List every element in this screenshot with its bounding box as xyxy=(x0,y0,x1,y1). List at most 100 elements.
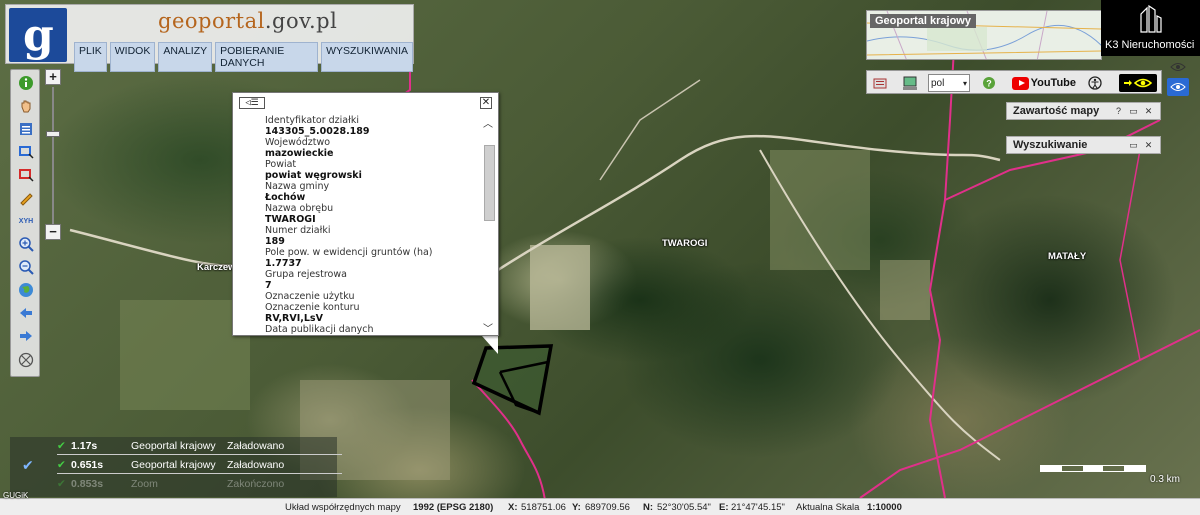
gugik-logo: GUGiK xyxy=(3,491,29,500)
overview-map[interactable]: Geoportal krajowy xyxy=(866,10,1102,60)
field-row: Pole pow. w ewidencji gruntów (ha) 1.7737 xyxy=(265,247,480,269)
zoom-out-icon[interactable] xyxy=(17,258,35,276)
accessibility-icon[interactable] xyxy=(1086,74,1104,92)
y-label: Y: xyxy=(572,502,581,513)
crs-value: 1992 (EPSG 2180) xyxy=(413,502,494,513)
zoom-slider: + − xyxy=(43,69,63,241)
xyh-icon[interactable]: XYH xyxy=(17,212,35,230)
youtube-icon[interactable]: YouTube xyxy=(1012,74,1076,92)
back-arrow-icon[interactable] xyxy=(17,304,35,322)
zoom-in-icon[interactable] xyxy=(17,235,35,253)
field-value: Łochów xyxy=(265,192,306,203)
scroll-down-icon[interactable]: ﹀ xyxy=(483,320,493,335)
menu-search[interactable]: WYSZUKIWANIA xyxy=(321,42,413,72)
load-time: 0.651s xyxy=(71,459,104,471)
field-value: 189 xyxy=(265,236,285,247)
zoom-handle[interactable] xyxy=(46,131,60,137)
popup-body: Identyfikator działki 143305_5.0028.189 W… xyxy=(265,115,480,335)
load-status-panel: ✔ ✔ 1.17s Geoportal krajowy Załadowano ✔… xyxy=(10,437,342,497)
map-label-karczew: Karczew xyxy=(197,262,236,273)
geoportal-logo[interactable]: g xyxy=(9,8,67,62)
y-value: 689709.56 xyxy=(585,502,630,513)
pan-hand-icon[interactable] xyxy=(17,97,35,115)
field-row: Data publikacji danych2026-05-15 xyxy=(265,324,480,335)
field-row: Województwo mazowieckie xyxy=(265,137,480,159)
main-menu: PLIK WIDOK ANALIZY POBIERANIE DANYCH WYS… xyxy=(74,42,413,72)
contrast-icon[interactable] xyxy=(1119,74,1157,92)
select-delete-icon[interactable] xyxy=(17,166,35,184)
legend-icon[interactable] xyxy=(17,120,35,138)
popup-scrollbar[interactable]: ︿ ﹀ xyxy=(482,115,496,335)
globe-icon[interactable] xyxy=(17,281,35,299)
xyh-label: XYH xyxy=(18,217,34,225)
panel-title: Zawartość mapy xyxy=(1013,105,1100,117)
admin-boundary xyxy=(928,29,956,499)
field-patch xyxy=(120,300,250,410)
language-select[interactable]: pol ▾ xyxy=(928,74,970,92)
language-value: pol xyxy=(931,77,945,89)
zoom-plus-button[interactable]: + xyxy=(45,69,61,85)
x-value: 518751.06 xyxy=(521,502,566,513)
scale-bar xyxy=(1040,465,1146,472)
field-label: Nazwa obrębu xyxy=(265,203,334,214)
field-row: Numer działki 189 xyxy=(265,225,480,247)
help-icon[interactable]: ? xyxy=(980,74,998,92)
scroll-thumb[interactable] xyxy=(484,145,495,221)
forward-arrow-icon[interactable] xyxy=(17,327,35,345)
close-icon[interactable]: ✕ xyxy=(1143,106,1154,117)
checkmark-icon[interactable]: ✔ xyxy=(22,458,34,474)
x-label: X: xyxy=(508,502,518,513)
close-icon[interactable]: ✕ xyxy=(1143,140,1154,151)
selected-parcel[interactable] xyxy=(471,344,554,416)
k3-building-icon xyxy=(1140,4,1162,33)
menu-analysis[interactable]: ANALIZY xyxy=(158,42,213,72)
info-icon[interactable] xyxy=(17,74,35,92)
crs-label: Układ współrzędnych mapy xyxy=(285,502,401,513)
youtube-play-icon xyxy=(1012,76,1029,90)
field-label: Identyfikator działki xyxy=(265,115,359,126)
chevron-down-icon: ▾ xyxy=(962,78,967,88)
map-url-icon[interactable] xyxy=(901,74,919,92)
map-content-panel[interactable]: Zawartość mapy ? ▭ ✕ xyxy=(1006,102,1161,120)
n-label: N: xyxy=(643,502,654,513)
field-row: Oznaczenie konturu RV,RVI,LsV xyxy=(265,302,480,324)
app-header: g geoportal.gov.pl PLIK WIDOK ANALIZY PO… xyxy=(5,4,414,72)
status-row: ✔ 0.651s Geoportal krajowy Załadowano xyxy=(57,458,284,472)
service-name: Geoportal krajowy xyxy=(131,440,216,452)
print-icon[interactable] xyxy=(871,74,889,92)
map-label-twarogi: TWAROGI xyxy=(662,238,708,249)
field-row: Grupa rejestrowa 7 xyxy=(265,269,480,291)
menu-file[interactable]: PLIK xyxy=(74,42,107,72)
road xyxy=(69,228,241,267)
popup-close-button[interactable]: ✕ xyxy=(480,97,492,109)
field-label: Powiat xyxy=(265,159,297,170)
svg-text:?: ? xyxy=(986,79,992,89)
minimize-icon[interactable]: ▭ xyxy=(1128,140,1139,151)
check-icon: ✔ xyxy=(57,459,66,471)
measure-pencil-icon[interactable] xyxy=(17,189,35,207)
zoom-minus-button[interactable]: − xyxy=(45,224,61,240)
map-tools-toolbar: XYH xyxy=(10,69,40,377)
menu-download[interactable]: POBIERANIE DANYCH xyxy=(215,42,319,72)
scale-value: 1:10000 xyxy=(867,502,902,513)
field-label: Województwo xyxy=(265,137,331,148)
load-state: Zakończono xyxy=(227,478,285,490)
compass-icon[interactable] xyxy=(17,351,35,369)
help-icon[interactable]: ? xyxy=(1113,106,1124,117)
select-rect-icon[interactable] xyxy=(17,143,35,161)
view-mode-icon[interactable] xyxy=(1167,78,1189,96)
popup-pointer xyxy=(482,336,498,354)
overview-title: Geoportal krajowy xyxy=(870,14,976,28)
popup-back-button[interactable]: ◁☰ xyxy=(239,97,265,109)
field-patch xyxy=(530,245,590,330)
eye-toggle-icon[interactable] xyxy=(1167,58,1189,76)
site-title: geoportal.gov.pl xyxy=(158,9,337,33)
scroll-up-icon[interactable]: ︿ xyxy=(483,115,493,130)
zoom-track[interactable] xyxy=(52,87,54,225)
load-time: 1.17s xyxy=(71,440,98,452)
menu-view[interactable]: WIDOK xyxy=(109,42,156,72)
status-row: ✔ 1.17s Geoportal krajowy Załadowano xyxy=(57,439,284,453)
search-panel[interactable]: Wyszukiwanie ▭ ✕ xyxy=(1006,136,1161,154)
minimize-icon[interactable]: ▭ xyxy=(1128,106,1139,117)
map-label-mataly: MATAŁY xyxy=(1048,251,1087,262)
